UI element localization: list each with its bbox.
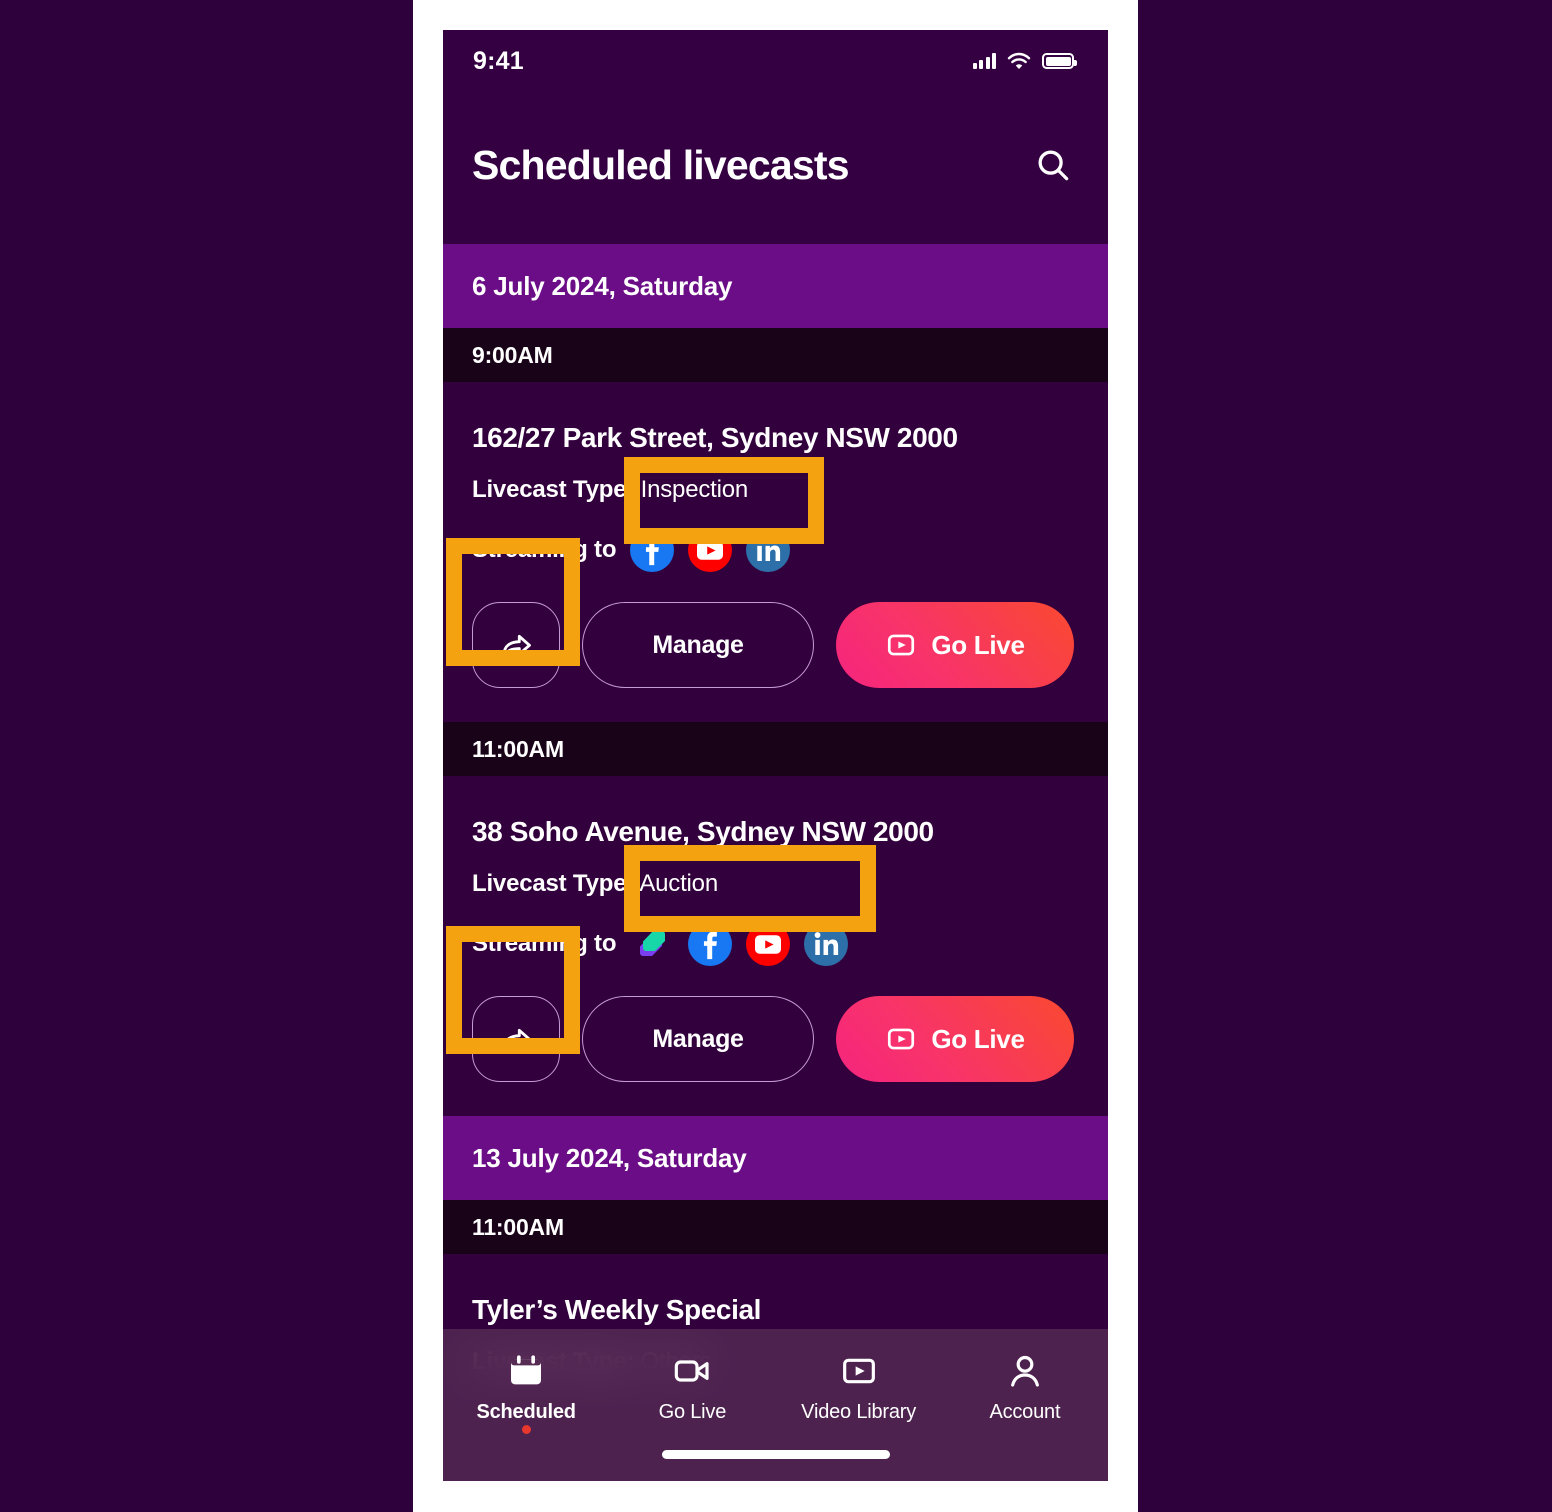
share-arrow-icon — [502, 1028, 531, 1051]
time-label: 11:00AM — [472, 1213, 564, 1240]
manage-button[interactable]: Manage — [582, 996, 814, 1082]
livecast-type-label: Livecast Type: — [472, 476, 635, 503]
time-row: 11:00AM — [443, 1200, 1108, 1254]
livecast-card[interactable]: 162/27 Park Street, Sydney NSW 2000 Live… — [443, 382, 1108, 722]
streaming-to-label: Streaming to — [472, 930, 617, 957]
home-indicator — [661, 1450, 890, 1459]
battery-full-icon — [1042, 53, 1077, 69]
youtube-icon[interactable] — [688, 528, 733, 572]
time-row: 11:00AM — [443, 722, 1108, 776]
play-box-icon — [888, 634, 915, 656]
play-box-icon — [888, 1028, 915, 1050]
signal-bars-icon — [972, 53, 996, 69]
livecast-card[interactable]: 38 Soho Avenue, Sydney NSW 2000 Livecast… — [443, 776, 1108, 1116]
livecast-list[interactable]: 6 July 2024, Saturday 9:00AM 162/27 Park… — [443, 244, 1108, 1481]
play-box-icon — [842, 1358, 875, 1384]
tab-badge-dot — [521, 1425, 531, 1434]
tab-label: Scheduled — [476, 1401, 576, 1423]
livecast-address: 162/27 Park Street, Sydney NSW 2000 — [472, 422, 958, 453]
card-actions: Manage Go Live — [472, 996, 1079, 1082]
time-label: 9:00AM — [472, 341, 553, 368]
livecast-address: Tyler’s Weekly Special — [472, 1294, 762, 1325]
platform-icon-row — [630, 922, 849, 966]
streaming-to-row: Streaming to — [472, 528, 1079, 572]
date-header: 13 July 2024, Saturday — [443, 1116, 1108, 1200]
livecast-type: Livecast Type: Inspection — [472, 476, 1079, 504]
date-header-label: 6 July 2024, Saturday — [472, 270, 733, 301]
facebook-icon[interactable] — [630, 528, 675, 572]
linkedin-icon[interactable] — [746, 528, 791, 572]
time-row: 9:00AM — [443, 328, 1108, 382]
tab-account[interactable]: Account — [942, 1351, 1108, 1424]
livecast-type-value: Auction — [639, 870, 718, 897]
share-button[interactable] — [472, 602, 560, 688]
manage-button[interactable]: Manage — [582, 602, 814, 688]
phone-screen: 9:41 Scheduled livecasts 6 July 2024, Sa… — [443, 30, 1108, 1481]
status-bar-clock: 9:41 — [473, 46, 524, 75]
date-header: 6 July 2024, Saturday — [443, 244, 1108, 328]
go-live-label: Go Live — [931, 629, 1025, 660]
youtube-icon[interactable] — [746, 922, 791, 966]
tab-video-library[interactable]: Video Library — [776, 1351, 942, 1424]
livecast-type: Livecast Type: Auction — [472, 870, 1079, 898]
video-camera-icon — [675, 1360, 709, 1382]
share-button[interactable] — [472, 996, 560, 1082]
livecast-type-label: Livecast Type: — [472, 870, 635, 897]
go-live-button[interactable]: Go Live — [836, 602, 1074, 688]
bottom-tab-bar: Scheduled Go Live Video Library Account — [443, 1329, 1108, 1481]
status-bar-icons — [972, 52, 1077, 70]
share-arrow-icon — [502, 634, 531, 657]
streaming-to-label: Streaming to — [472, 536, 617, 563]
calendar-icon — [511, 1355, 542, 1385]
platform-icon-row — [630, 528, 791, 572]
search-icon[interactable] — [1034, 146, 1072, 184]
status-bar: 9:41 — [443, 30, 1108, 92]
linkedin-icon[interactable] — [804, 922, 849, 966]
card-actions: Manage Go Live — [472, 602, 1079, 688]
date-header-label: 13 July 2024, Saturday — [472, 1142, 747, 1173]
livecast-type-value: Inspection — [640, 476, 749, 503]
facebook-icon[interactable] — [688, 922, 733, 966]
person-icon — [1010, 1355, 1039, 1387]
streaming-to-row: Streaming to — [472, 922, 1079, 966]
time-label: 11:00AM — [472, 735, 564, 762]
page-title: Scheduled livecasts — [472, 141, 850, 188]
livecast-address: 38 Soho Avenue, Sydney NSW 2000 — [472, 816, 934, 847]
tab-label: Account — [989, 1401, 1061, 1423]
tab-scheduled[interactable]: Scheduled — [443, 1351, 609, 1434]
go-live-label: Go Live — [931, 1023, 1025, 1054]
tab-go-live[interactable]: Go Live — [609, 1351, 775, 1424]
wifi-icon — [1007, 52, 1031, 69]
domain-icon[interactable] — [630, 922, 674, 966]
tab-label: Go Live — [658, 1401, 727, 1423]
go-live-button[interactable]: Go Live — [836, 996, 1074, 1082]
app-header: Scheduled livecasts — [443, 92, 1108, 244]
tab-label: Video Library — [801, 1401, 917, 1423]
